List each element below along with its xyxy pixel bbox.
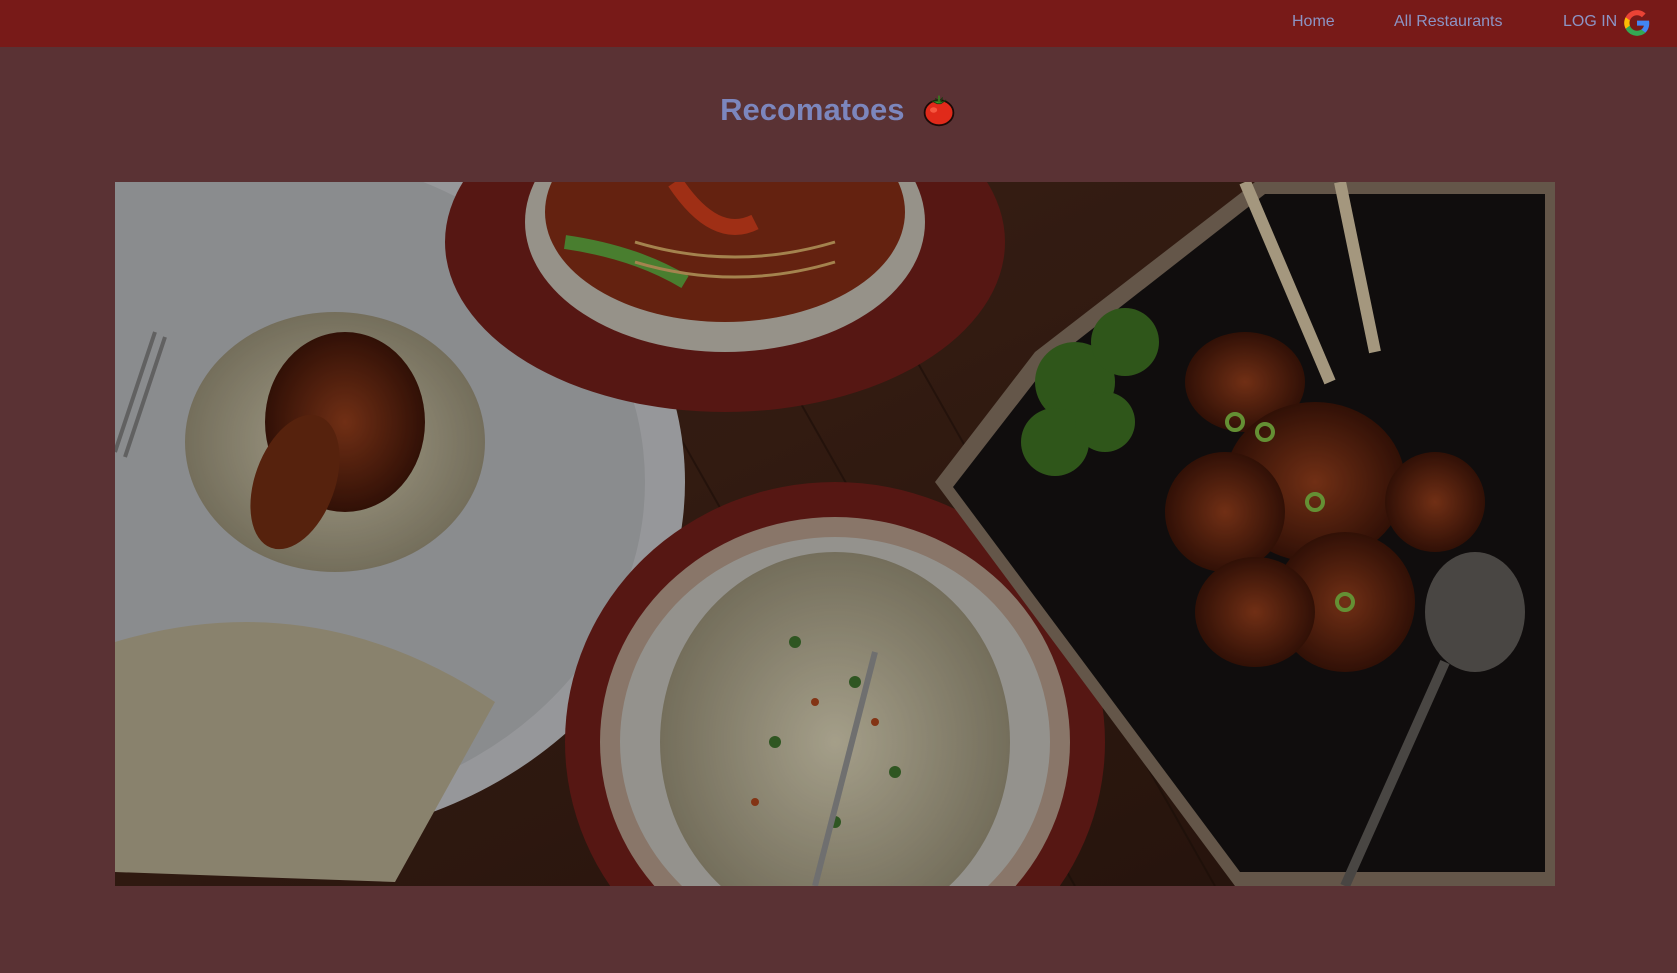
tomato-icon [923,95,955,127]
food-photo [115,182,1555,886]
page-title: Recomatoes [720,92,905,127]
nav-login-link[interactable]: LOG IN [1563,13,1617,31]
navbar: Home All Restaurants LOG IN [0,0,1677,47]
google-icon[interactable] [1623,9,1651,37]
nav-all-restaurants-link[interactable]: All Restaurants [1394,13,1503,31]
brand-header: Recomatoes [0,92,1677,136]
nav-home-link[interactable]: Home [1292,13,1335,31]
hero-food-photo [115,182,1555,886]
